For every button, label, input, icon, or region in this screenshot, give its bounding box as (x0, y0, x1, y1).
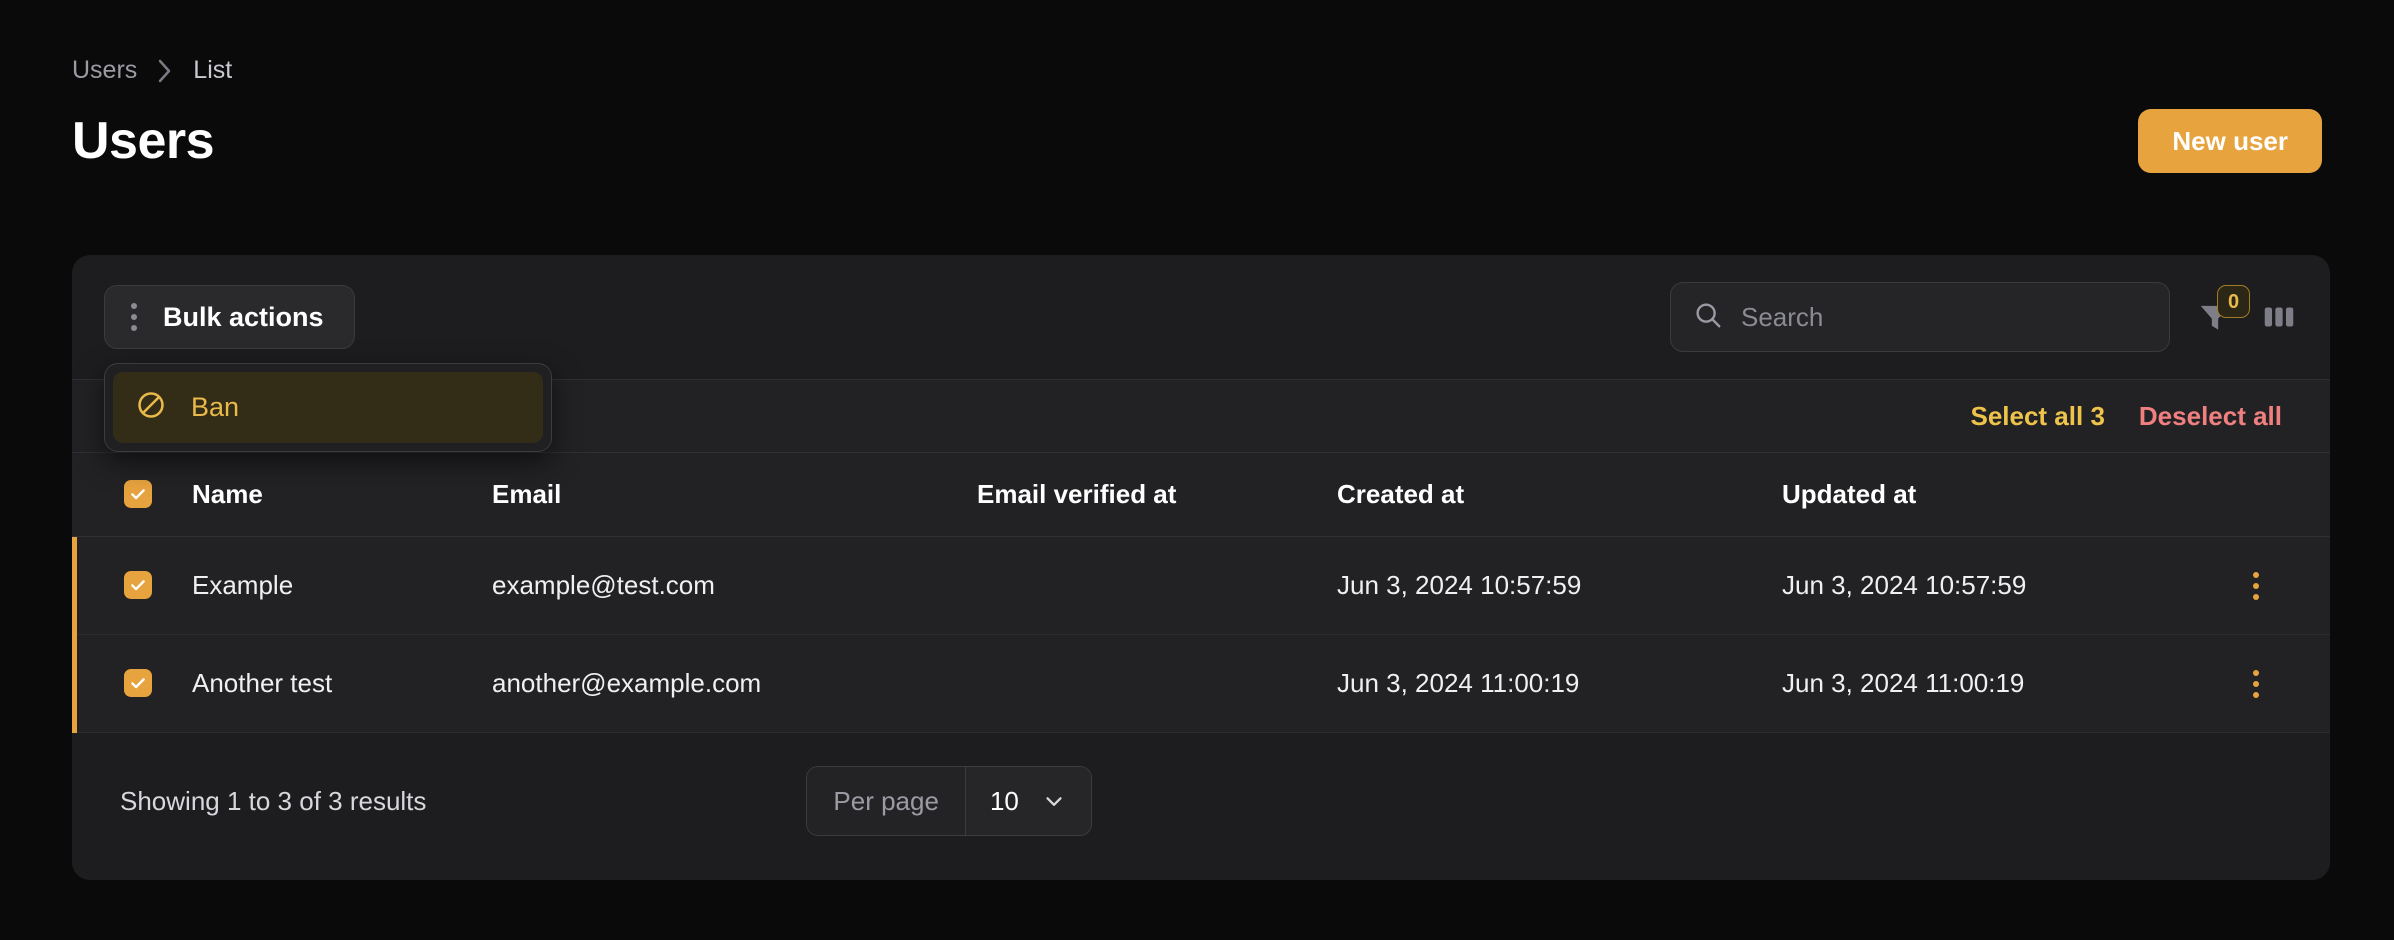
per-page-value-group[interactable]: 10 (964, 767, 1091, 835)
cell-updated-at: Jun 3, 2024 10:57:59 (1782, 536, 2182, 635)
row-checkbox-cell (72, 634, 192, 733)
check-icon (131, 489, 145, 500)
search-input[interactable] (1741, 301, 2147, 333)
cell-row-actions (2182, 634, 2330, 733)
bulk-actions-label: Bulk actions (163, 301, 324, 332)
columns-button[interactable] (2260, 298, 2298, 336)
chevron-right-icon (157, 58, 173, 84)
cell-name: Another test (192, 634, 492, 733)
cell-email-verified-at (977, 634, 1337, 733)
cell-email: another@example.com (492, 634, 977, 733)
results-summary: Showing 1 to 3 of 3 results (120, 785, 427, 816)
toolbar-right-group: 0 (1670, 282, 2298, 352)
select-all-link[interactable]: Select all 3 (1970, 401, 2104, 432)
users-list-page: Users List Users New user Bulk actions S… (0, 0, 2394, 940)
table-header-row: Name Email Email verified at Created at … (72, 453, 2330, 537)
cell-row-actions (2182, 536, 2330, 635)
per-page-select[interactable]: Per page 10 (806, 766, 1092, 836)
column-header-name[interactable]: Name (192, 453, 492, 537)
title-row: Users New user (72, 109, 2322, 173)
check-icon (131, 678, 145, 689)
table-body: Example example@test.com Jun 3, 2024 10:… (72, 536, 2330, 733)
cell-name: Example (192, 536, 492, 635)
vertical-dots-icon (131, 303, 137, 331)
column-header-email[interactable]: Email (492, 453, 977, 537)
check-icon (131, 580, 145, 591)
deselect-all-link[interactable]: Deselect all (2139, 401, 2282, 432)
page-title: Users (72, 112, 215, 170)
column-header-updated-at[interactable]: Updated at (1782, 453, 2182, 537)
columns-icon (2264, 307, 2294, 327)
per-page-label: Per page (807, 767, 965, 835)
chevron-down-icon (1046, 797, 1062, 806)
new-user-button[interactable]: New user (2138, 109, 2322, 173)
table-row[interactable]: Another test another@example.com Jun 3, … (72, 634, 2330, 733)
row-actions-button[interactable] (2182, 571, 2330, 600)
users-table: Name Email Email verified at Created at … (72, 453, 2330, 733)
per-page-value: 10 (989, 785, 1019, 816)
page-header: Users List Users New user (0, 0, 2394, 173)
bulk-action-ban[interactable]: Ban (113, 372, 543, 443)
breadcrumb: Users List (72, 56, 2322, 85)
cell-email: example@test.com (492, 536, 977, 635)
cell-updated-at: Jun 3, 2024 11:00:19 (1782, 634, 2182, 733)
table-toolbar: Bulk actions 0 (72, 255, 2330, 452)
bulk-actions-dropdown: Ban (104, 363, 552, 452)
breadcrumb-item-users[interactable]: Users (72, 56, 137, 85)
filter-button[interactable]: 0 (2196, 285, 2250, 336)
column-header-email-verified-at[interactable]: Email verified at (977, 453, 1337, 537)
cell-created-at: Jun 3, 2024 10:57:59 (1337, 536, 1782, 635)
search-field[interactable] (1670, 282, 2170, 352)
table-row[interactable]: Example example@test.com Jun 3, 2024 10:… (72, 536, 2330, 635)
row-checkbox[interactable] (124, 669, 152, 697)
search-icon (1693, 300, 1723, 335)
table-footer: Showing 1 to 3 of 3 results Per page 10 (72, 733, 2330, 880)
column-header-created-at[interactable]: Created at (1337, 453, 1782, 537)
table-head: Name Email Email verified at Created at … (72, 453, 2330, 537)
breadcrumb-item-list[interactable]: List (193, 56, 232, 85)
row-checkbox[interactable] (124, 571, 152, 599)
users-table-card: Bulk actions 0 (72, 255, 2330, 880)
bulk-actions-button[interactable]: Bulk actions (104, 285, 355, 349)
select-all-checkbox[interactable] (124, 480, 152, 508)
bulk-action-ban-label: Ban (191, 392, 240, 422)
filter-count-badge: 0 (2217, 285, 2250, 318)
row-actions-button[interactable] (2182, 669, 2330, 698)
select-all-checkbox-cell (72, 453, 192, 537)
ban-circle-slash-icon (135, 389, 167, 426)
cell-created-at: Jun 3, 2024 11:00:19 (1337, 634, 1782, 733)
cell-email-verified-at (977, 536, 1337, 635)
row-checkbox-cell (72, 536, 192, 635)
column-header-actions (2182, 453, 2330, 537)
